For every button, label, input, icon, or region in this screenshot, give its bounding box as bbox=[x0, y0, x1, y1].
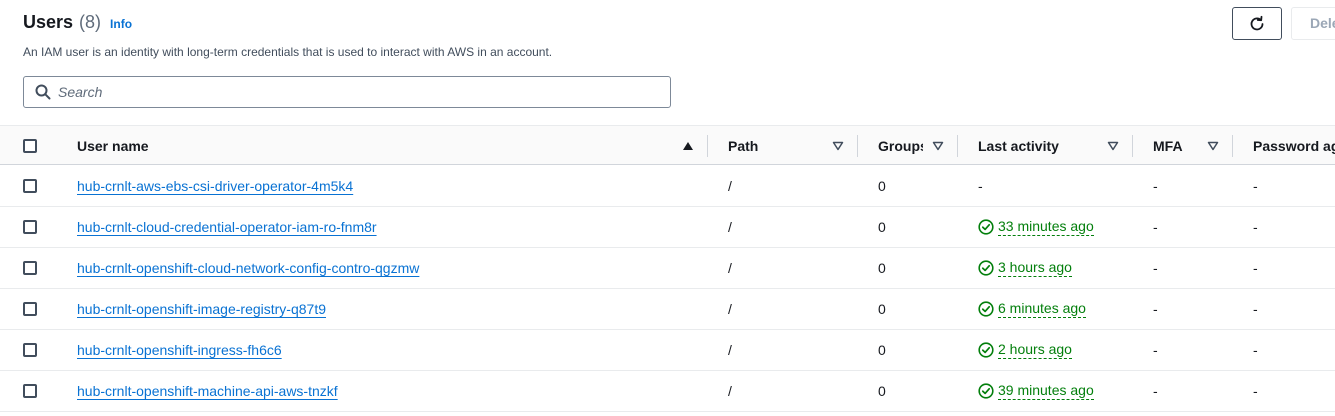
column-header-user-name[interactable]: User name bbox=[77, 126, 247, 166]
table-header-container: Users (8) Info An IAM user is an identit… bbox=[0, 0, 1335, 125]
password-age-cell: - bbox=[1253, 342, 1258, 358]
status-positive-icon bbox=[978, 383, 994, 399]
mfa-cell: - bbox=[1153, 342, 1158, 358]
row-checkbox[interactable] bbox=[23, 261, 37, 275]
row-checkbox[interactable] bbox=[23, 343, 37, 357]
column-header-last-activity[interactable]: Last activity bbox=[978, 126, 1098, 166]
row-checkbox[interactable] bbox=[23, 179, 37, 193]
users-count: (8) bbox=[79, 12, 102, 32]
groups-cell: 0 bbox=[878, 342, 886, 358]
status-positive-icon bbox=[978, 260, 994, 276]
mfa-cell: - bbox=[1153, 260, 1158, 276]
column-header-groups[interactable]: Groups bbox=[878, 126, 923, 166]
user-name-link[interactable]: hub-crnlt-openshift-ingress-fh6c6 bbox=[77, 342, 282, 358]
password-age-cell: - bbox=[1253, 260, 1258, 276]
last-activity-status: 33 minutes ago bbox=[978, 218, 1094, 236]
status-positive-icon bbox=[978, 219, 994, 235]
path-cell: / bbox=[728, 260, 732, 276]
delete-button[interactable]: Delete bbox=[1291, 7, 1335, 40]
column-divider[interactable] bbox=[1132, 135, 1133, 157]
user-name-link[interactable]: hub-crnlt-cloud-credential-operator-iam-… bbox=[77, 219, 377, 235]
column-divider[interactable] bbox=[707, 135, 708, 157]
status-positive-icon bbox=[978, 342, 994, 358]
groups-cell: 0 bbox=[878, 178, 886, 194]
search-input[interactable] bbox=[58, 78, 670, 106]
password-age-cell: - bbox=[1253, 178, 1258, 194]
caret-down-outline-icon[interactable] bbox=[1106, 140, 1120, 152]
last-activity-text[interactable]: 39 minutes ago bbox=[998, 382, 1094, 400]
mfa-cell: - bbox=[1153, 219, 1158, 235]
row-checkbox[interactable] bbox=[23, 302, 37, 316]
column-header-password-age[interactable]: Password age bbox=[1253, 126, 1335, 166]
table-row: hub-crnlt-openshift-cloud-network-config… bbox=[0, 248, 1335, 289]
groups-cell: 0 bbox=[878, 301, 886, 317]
column-divider[interactable] bbox=[857, 135, 858, 157]
path-cell: / bbox=[728, 342, 732, 358]
status-positive-icon bbox=[978, 301, 994, 317]
path-cell: / bbox=[728, 301, 732, 317]
page-description: An IAM user is an identity with long-ter… bbox=[23, 45, 553, 59]
caret-down-outline-icon[interactable] bbox=[831, 140, 845, 152]
table-row: hub-crnlt-openshift-image-registry-q87t9… bbox=[0, 289, 1335, 330]
table-column-headers: User name Path Groups Last activity MFA … bbox=[0, 125, 1335, 165]
last-activity-text[interactable]: 2 hours ago bbox=[998, 341, 1072, 359]
groups-cell: 0 bbox=[878, 260, 886, 276]
password-age-cell: - bbox=[1253, 219, 1258, 235]
title-row: Users (8) Info bbox=[23, 12, 132, 33]
password-age-cell: - bbox=[1253, 383, 1258, 399]
last-activity-text[interactable]: 3 hours ago bbox=[998, 259, 1072, 277]
table-row: hub-crnlt-openshift-ingress-fh6c6 / 0 2 … bbox=[0, 330, 1335, 371]
last-activity-text[interactable]: 6 minutes ago bbox=[998, 300, 1086, 318]
last-activity-text[interactable]: 33 minutes ago bbox=[998, 218, 1094, 236]
user-name-link[interactable]: hub-crnlt-openshift-image-registry-q87t9 bbox=[77, 301, 326, 317]
row-checkbox[interactable] bbox=[23, 384, 37, 398]
user-name-link[interactable]: hub-crnlt-openshift-cloud-network-config… bbox=[77, 260, 419, 276]
table-row: hub-crnlt-openshift-machine-api-aws-tnzk… bbox=[0, 371, 1335, 412]
column-divider[interactable] bbox=[1232, 135, 1233, 157]
search-field[interactable] bbox=[23, 76, 671, 108]
caret-down-outline-icon[interactable] bbox=[1206, 140, 1220, 152]
column-header-mfa[interactable]: MFA bbox=[1153, 126, 1198, 166]
last-activity-status: 3 hours ago bbox=[978, 259, 1072, 277]
mfa-cell: - bbox=[1153, 383, 1158, 399]
table-row: hub-crnlt-cloud-credential-operator-iam-… bbox=[0, 207, 1335, 248]
search-icon bbox=[28, 77, 58, 107]
caret-down-outline-icon[interactable] bbox=[931, 140, 945, 152]
user-name-link[interactable]: hub-crnlt-aws-ebs-csi-driver-operator-4m… bbox=[77, 178, 353, 194]
last-activity-status: 2 hours ago bbox=[978, 341, 1072, 359]
caret-up-filled-icon[interactable] bbox=[681, 140, 695, 152]
column-divider[interactable] bbox=[957, 135, 958, 157]
column-header-path[interactable]: Path bbox=[728, 126, 818, 166]
path-cell: / bbox=[728, 178, 732, 194]
row-checkbox[interactable] bbox=[23, 220, 37, 234]
table-row: hub-crnlt-aws-ebs-csi-driver-operator-4m… bbox=[0, 166, 1335, 207]
groups-cell: 0 bbox=[878, 219, 886, 235]
mfa-cell: - bbox=[1153, 301, 1158, 317]
last-activity-status: 39 minutes ago bbox=[978, 382, 1094, 400]
last-activity-status: 6 minutes ago bbox=[978, 300, 1086, 318]
path-cell: / bbox=[728, 219, 732, 235]
page-title: Users bbox=[23, 12, 74, 32]
user-name-link[interactable]: hub-crnlt-openshift-machine-api-aws-tnzk… bbox=[77, 383, 338, 399]
groups-cell: 0 bbox=[878, 383, 886, 399]
last-activity-cell: - bbox=[978, 178, 983, 194]
refresh-button[interactable] bbox=[1232, 7, 1282, 40]
refresh-icon bbox=[1248, 15, 1266, 33]
password-age-cell: - bbox=[1253, 301, 1258, 317]
info-link[interactable]: Info bbox=[110, 17, 132, 31]
select-all-checkbox[interactable] bbox=[23, 139, 37, 153]
mfa-cell: - bbox=[1153, 178, 1158, 194]
path-cell: / bbox=[728, 383, 732, 399]
